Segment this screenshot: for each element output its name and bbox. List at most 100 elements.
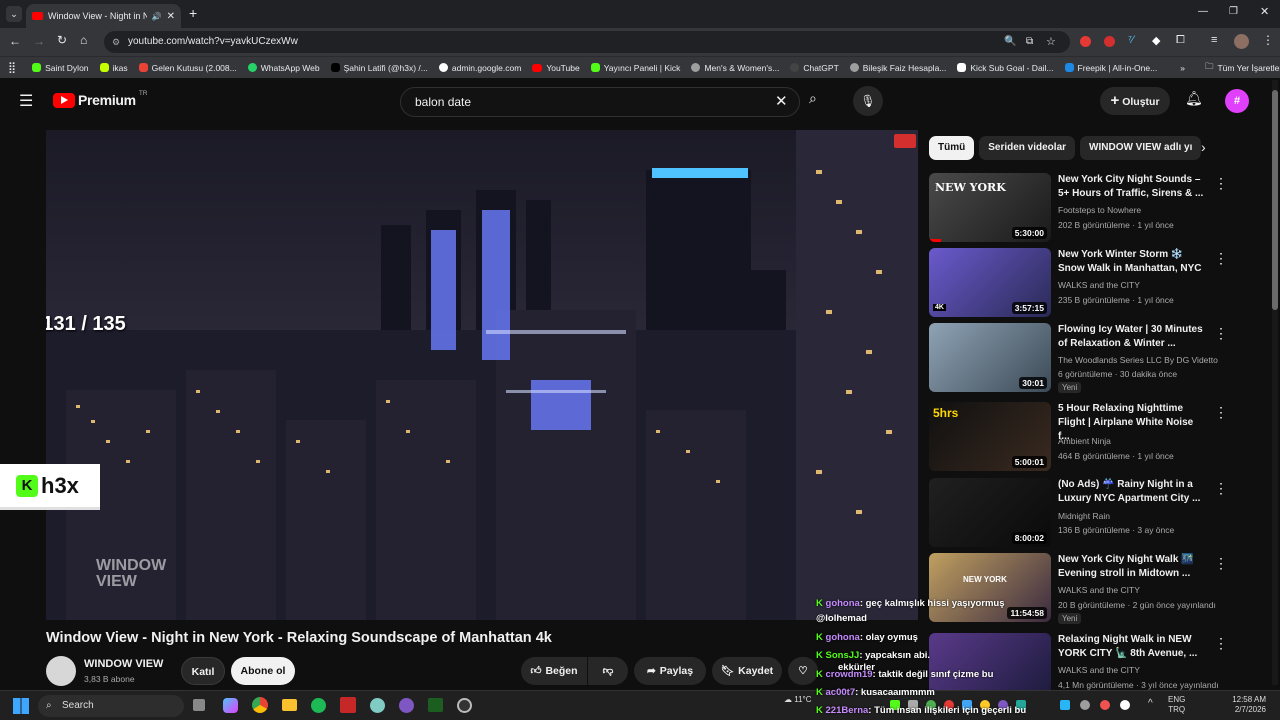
- youtube-premium-logo[interactable]: Premium TR: [53, 90, 147, 108]
- search-input[interactable]: balon date ✕: [400, 87, 800, 117]
- tray-icon[interactable]: [1100, 700, 1110, 710]
- new-tab-button[interactable]: +: [189, 5, 197, 21]
- video-thumbnail[interactable]: 30:01: [929, 323, 1051, 392]
- chip-channel[interactable]: WINDOW VIEW adlı yı: [1080, 136, 1202, 160]
- video-channel[interactable]: Midnight Rain: [1058, 511, 1110, 521]
- recommendation-item[interactable]: 5hrs 5:00:01 5 Hour Relaxing Nighttime Fl…: [928, 402, 1268, 474]
- bookmark-item[interactable]: ikas: [99, 63, 128, 73]
- hamburger-menu-icon[interactable]: ☰: [19, 91, 33, 111]
- video-channel[interactable]: WALKS and the CITY: [1058, 665, 1140, 675]
- video-player[interactable]: 📍︎ 131 / 135 WINDOW VIEW: [46, 130, 918, 620]
- join-button[interactable]: Katıl: [181, 657, 225, 685]
- more-options-icon[interactable]: ⋮: [1214, 555, 1228, 572]
- back-icon[interactable]: ←: [9, 34, 21, 48]
- chrome-icon[interactable]: [252, 697, 268, 713]
- bookmark-item[interactable]: Saint Dylon: [32, 63, 89, 73]
- video-thumbnail[interactable]: [929, 633, 1051, 690]
- tab-search-button[interactable]: ⌄: [6, 6, 22, 22]
- cast-icon[interactable]: ⧉: [1026, 31, 1033, 53]
- create-button[interactable]: + Oluştur: [1100, 87, 1170, 115]
- tray-overflow-icon[interactable]: ^: [1148, 698, 1153, 709]
- bookmark-item[interactable]: WhatsApp Web: [247, 63, 320, 73]
- copilot-icon[interactable]: [223, 698, 238, 713]
- bookmark-item[interactable]: YouTube: [532, 63, 580, 73]
- file-explorer-icon[interactable]: [282, 699, 297, 711]
- bookmark-item[interactable]: Yayıncı Paneli | Kick: [590, 63, 680, 73]
- app-icon-teal[interactable]: [370, 698, 385, 713]
- bookmark-item[interactable]: Şahin Latifi (@h3x) /...: [330, 63, 428, 73]
- subscribe-button[interactable]: Abone ol: [231, 657, 295, 685]
- account-avatar[interactable]: #: [1225, 89, 1249, 113]
- channel-avatar[interactable]: [46, 656, 76, 686]
- bookmark-item[interactable]: admin.google.com: [438, 63, 521, 73]
- dislike-button[interactable]: 👎︎: [588, 657, 628, 685]
- video-channel[interactable]: WALKS and the CITY: [1058, 280, 1140, 290]
- minimize-button[interactable]: —: [1198, 6, 1208, 17]
- extension-icon-4[interactable]: ◆: [1152, 34, 1160, 47]
- extension-icon-1[interactable]: [1080, 36, 1091, 47]
- system-clock[interactable]: 12:58 AM 2/7/2026: [1230, 695, 1266, 715]
- more-options-icon[interactable]: ⋮: [1214, 250, 1228, 267]
- video-channel[interactable]: WALKS and the CITY: [1058, 585, 1140, 595]
- thanks-button[interactable]: ♡: [788, 657, 818, 685]
- browser-menu-icon[interactable]: ⋮: [1262, 33, 1274, 47]
- video-channel[interactable]: Ambient Ninja: [1058, 436, 1111, 446]
- extension-icon-2[interactable]: [1104, 36, 1115, 47]
- taskbar-search-box[interactable]: ⌕ Search: [38, 695, 184, 717]
- weather-widget[interactable]: ☁ 11°C: [784, 695, 812, 705]
- close-window-button[interactable]: ✕: [1260, 5, 1269, 18]
- terminal-icon[interactable]: [428, 698, 443, 712]
- recommendation-item[interactable]: Relaxing Night Walk in NEW YORK CITY 🗽 8…: [928, 633, 1268, 690]
- obs-icon[interactable]: [457, 698, 472, 713]
- chips-next-icon[interactable]: ›: [1201, 139, 1206, 155]
- bookmark-star-icon[interactable]: ☆: [1046, 31, 1056, 53]
- more-options-icon[interactable]: ⋮: [1214, 175, 1228, 192]
- spotify-icon[interactable]: [311, 698, 326, 713]
- tray-icon[interactable]: [1080, 700, 1090, 710]
- apps-grid-icon[interactable]: ⣿: [8, 61, 16, 74]
- tray-icon[interactable]: [1060, 700, 1070, 710]
- bookmark-item[interactable]: Freepik | All-in-One...: [1064, 63, 1157, 73]
- task-view-icon[interactable]: [193, 699, 205, 711]
- video-channel[interactable]: Footsteps to Nowhere: [1058, 205, 1141, 215]
- zoom-icon[interactable]: 🔍: [1004, 31, 1016, 53]
- clear-search-icon[interactable]: ✕: [775, 88, 788, 116]
- share-button[interactable]: ➦ Paylaş: [634, 657, 706, 685]
- recommendation-item[interactable]: 4K 3:57:15 New York Winter Storm ❄️ Snow …: [928, 248, 1268, 320]
- bookmark-item[interactable]: ChatGPT: [790, 63, 839, 73]
- chip-series[interactable]: Seriden videolar: [979, 136, 1076, 160]
- video-channel[interactable]: The Woodlands Series LLC By DG Videtto: [1058, 355, 1218, 365]
- reload-icon[interactable]: ↻: [57, 33, 67, 47]
- tab-close-icon[interactable]: ✕: [167, 11, 175, 22]
- bookmark-item[interactable]: Bileşik Faiz Hesapla...: [849, 63, 946, 73]
- save-button[interactable]: 🔖︎ Kaydet: [712, 657, 782, 685]
- active-tab[interactable]: Window View - Night in Ne 🔊 ✕: [26, 4, 181, 28]
- bookmark-item[interactable]: Gelen Kutusu (2.008...: [138, 63, 237, 73]
- extensions-puzzle-icon[interactable]: ⧠: [1176, 34, 1185, 47]
- recommendation-item[interactable]: NEW YORK 11:54:58 New York City Night Wal…: [928, 553, 1268, 625]
- video-title-link[interactable]: New York City Night Walk 🌃 Evening strol…: [1058, 553, 1206, 581]
- video-thumbnail[interactable]: 8:00:02: [929, 478, 1051, 547]
- restore-button[interactable]: ❐: [1229, 6, 1238, 17]
- more-options-icon[interactable]: ⋮: [1214, 404, 1228, 421]
- more-options-icon[interactable]: ⋮: [1214, 480, 1228, 497]
- like-button[interactable]: 👍︎ Beğen: [521, 657, 587, 685]
- video-title-link[interactable]: (No Ads) ☔ Rainy Night in a Luxury NYC A…: [1058, 478, 1206, 506]
- video-thumbnail[interactable]: 5hrs 5:00:01: [929, 402, 1051, 471]
- video-thumbnail[interactable]: NEW YORK 11:54:58: [929, 553, 1051, 622]
- more-options-icon[interactable]: ⋮: [1214, 325, 1228, 342]
- discord-icon[interactable]: [399, 698, 414, 713]
- tray-icon[interactable]: [1120, 700, 1130, 710]
- more-bookmarks-icon[interactable]: »: [1180, 63, 1185, 73]
- video-thumbnail[interactable]: NEW YORK 5:30:00: [929, 173, 1051, 242]
- search-icon[interactable]: ⌕: [809, 90, 817, 107]
- forward-icon[interactable]: →: [33, 34, 45, 48]
- language-indicator[interactable]: ENG TRQ: [1168, 695, 1185, 715]
- bookmark-item[interactable]: Kick Sub Goal - Dail...: [957, 63, 1054, 73]
- chip-all[interactable]: Tümü: [929, 136, 975, 160]
- video-title-link[interactable]: Relaxing Night Walk in NEW YORK CITY 🗽 8…: [1058, 633, 1206, 661]
- channel-name[interactable]: WINDOW VIEW: [84, 658, 163, 670]
- recommendation-item[interactable]: NEW YORK 5:30:00 New York City Night Soun…: [928, 173, 1268, 245]
- windows-start-icon[interactable]: [13, 698, 29, 714]
- video-title-link[interactable]: Flowing Icy Water | 30 Minutes of Relaxa…: [1058, 323, 1206, 351]
